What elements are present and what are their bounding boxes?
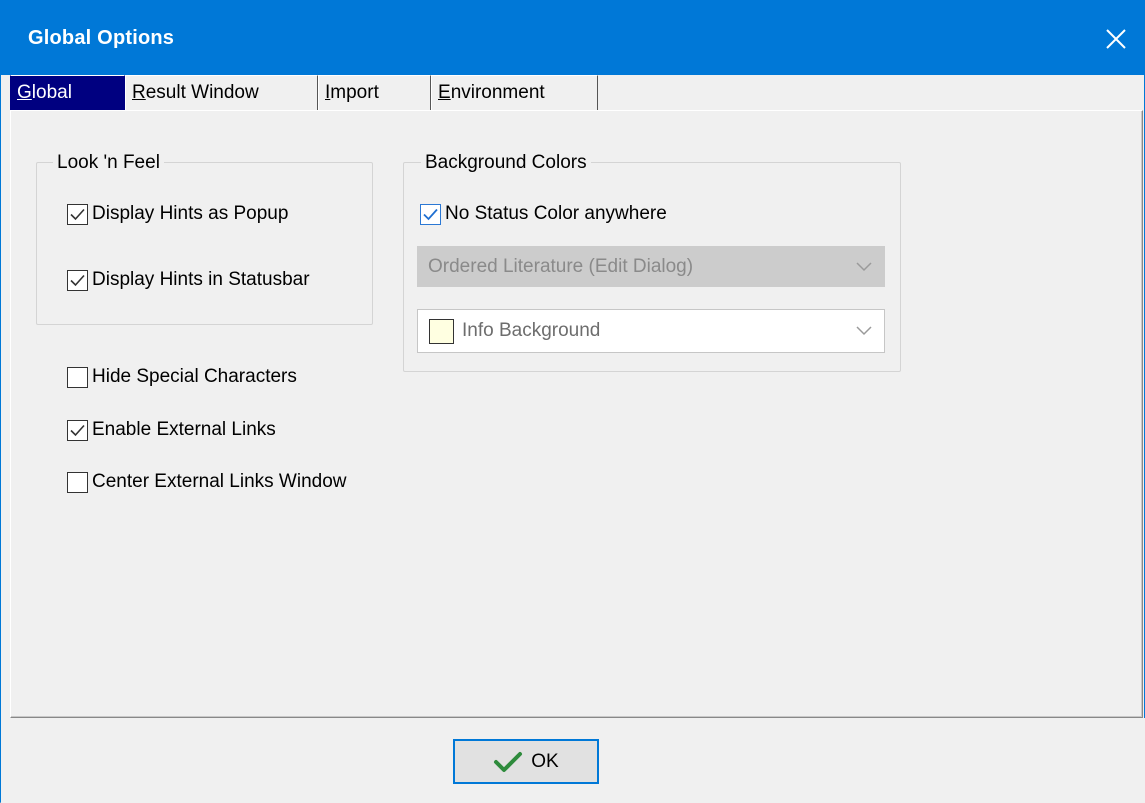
ok-button[interactable]: OK	[453, 739, 599, 784]
tab-strip: Global Result Window Import Environment	[10, 75, 1143, 110]
checkbox-box	[67, 269, 88, 291]
color-target-select[interactable]: Ordered Literature (Edit Dialog)	[417, 246, 885, 287]
checkbox-label: Display Hints in Statusbar	[92, 269, 310, 290]
checkbox-box	[67, 471, 88, 493]
select-value: Info Background	[462, 320, 601, 341]
title-bar: Global Options	[1, 0, 1145, 75]
checkmark-icon	[494, 751, 523, 772]
color-swatch	[429, 318, 454, 344]
tab-result-window[interactable]: Result Window	[125, 75, 318, 110]
global-options-dialog: Global Options Global Result Window Impo…	[0, 0, 1145, 803]
checkbox-box	[420, 203, 441, 225]
checkbox-box	[67, 366, 88, 388]
window-title: Global Options	[28, 27, 175, 49]
center-external-links-window-checkbox[interactable]: Center External Links Window	[67, 471, 347, 493]
check-icon	[70, 274, 85, 286]
select-value: Ordered Literature (Edit Dialog)	[428, 255, 694, 277]
close-button[interactable]	[1086, 10, 1145, 68]
checkbox-label: Enable External Links	[92, 419, 276, 440]
checkbox-label: No Status Color anywhere	[445, 203, 667, 224]
enable-external-links-checkbox[interactable]: Enable External Links	[67, 419, 276, 441]
chevron-down-icon	[856, 326, 872, 336]
display-hints-statusbar-checkbox[interactable]: Display Hints in Statusbar	[67, 269, 310, 291]
check-icon	[70, 424, 85, 436]
background-colors-label: Background Colors	[421, 152, 591, 174]
tab-import[interactable]: Import	[318, 75, 431, 110]
check-icon	[423, 208, 438, 220]
tab-environment[interactable]: Environment	[431, 75, 598, 110]
tab-global[interactable]: Global	[10, 75, 125, 110]
chevron-down-icon	[856, 261, 872, 271]
display-hints-popup-checkbox[interactable]: Display Hints as Popup	[67, 203, 288, 225]
look-n-feel-group	[36, 162, 373, 325]
checkbox-label: Center External Links Window	[92, 471, 347, 492]
ok-label: OK	[531, 750, 559, 772]
checkbox-label: Hide Special Characters	[92, 366, 297, 387]
checkbox-box	[67, 419, 88, 441]
checkbox-label: Display Hints as Popup	[92, 203, 289, 224]
hide-special-characters-checkbox[interactable]: Hide Special Characters	[67, 366, 297, 388]
check-icon	[70, 208, 85, 220]
close-icon	[1106, 29, 1126, 49]
look-n-feel-label: Look 'n Feel	[53, 152, 164, 174]
background-color-select[interactable]: Info Background	[417, 309, 885, 353]
no-status-color-checkbox[interactable]: No Status Color anywhere	[420, 203, 667, 225]
checkbox-box	[67, 203, 88, 225]
